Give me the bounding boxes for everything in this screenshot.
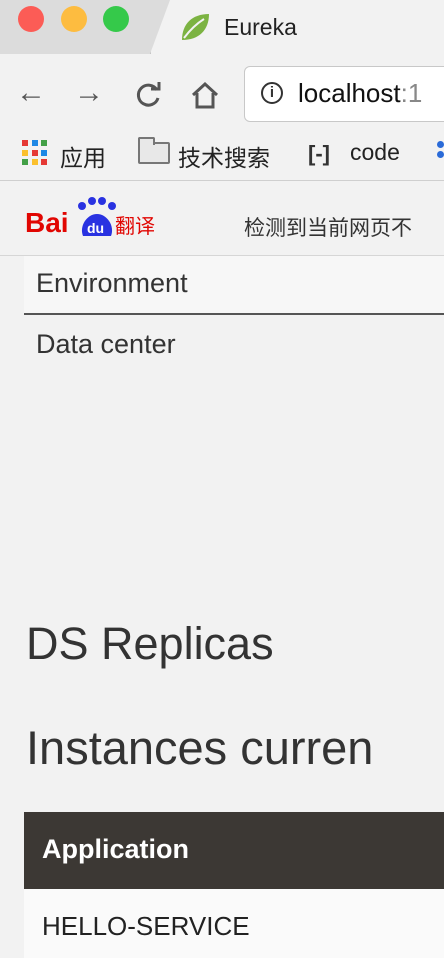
bookmark-apps[interactable]: 应用 <box>60 139 106 173</box>
maximize-window-button[interactable] <box>103 6 129 32</box>
back-arrow-icon[interactable]: ← <box>16 78 46 108</box>
bookmark-code[interactable]: code <box>350 139 400 166</box>
column-header-application: Application <box>42 834 189 864</box>
code-bracket-icon: [-] <box>308 141 330 166</box>
baidu-translate-logo: Bai du 翻译 <box>25 197 155 238</box>
environment-label: Environment <box>36 268 188 298</box>
ds-replicas-heading: DS Replicas <box>26 618 274 669</box>
data-center-label: Data center <box>36 329 176 359</box>
minimize-window-button[interactable] <box>61 6 87 32</box>
svg-text:du: du <box>87 220 104 236</box>
site-info-icon[interactable]: i <box>261 82 283 104</box>
instances-heading: Instances curren <box>26 721 374 774</box>
bookmark-overflow-icon[interactable] <box>437 141 444 167</box>
tab-title: Eureka <box>224 14 297 40</box>
translate-prompt-text: 检测到当前网页不 <box>244 217 412 240</box>
instances-table-header: Application <box>24 812 444 889</box>
address-bar-url[interactable]: localhost:1 <box>298 78 422 109</box>
apps-grid-icon[interactable] <box>22 140 48 166</box>
spring-leaf-icon <box>182 14 209 40</box>
data-center-row: Data center <box>24 317 444 375</box>
table-row: HELLO-SERVICE <box>24 889 444 958</box>
environment-row: Environment <box>24 256 444 315</box>
forward-arrow-icon[interactable]: → <box>74 78 104 108</box>
reload-icon[interactable] <box>133 80 163 110</box>
close-window-button[interactable] <box>18 6 44 32</box>
bookmark-tech-search[interactable]: 技术搜索 <box>178 139 270 173</box>
application-name-cell: HELLO-SERVICE <box>42 911 250 941</box>
svg-text:翻译: 翻译 <box>115 214 155 238</box>
folder-icon <box>138 137 170 164</box>
home-icon[interactable] <box>190 80 220 110</box>
svg-text:Bai: Bai <box>25 207 69 238</box>
